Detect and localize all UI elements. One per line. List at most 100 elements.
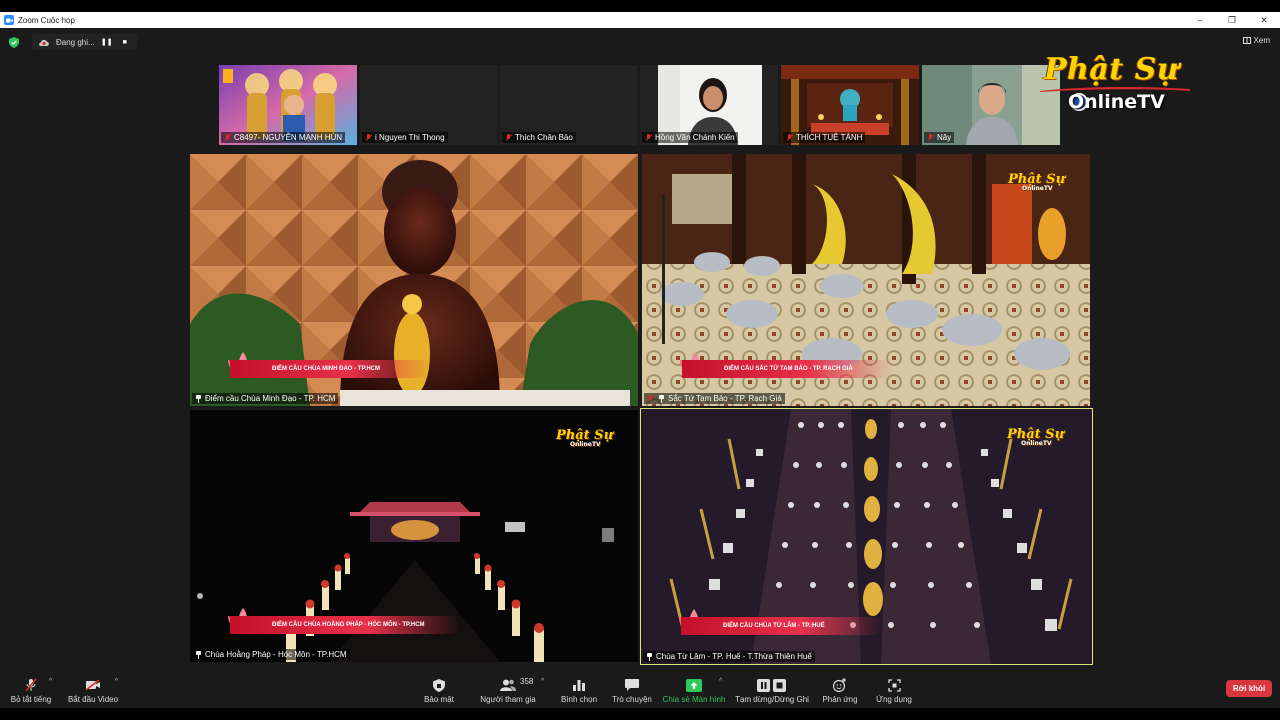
logo-bottom-text: OnlineTV	[1068, 91, 1165, 113]
participant-name: Thích Chân Bảo	[515, 133, 573, 142]
tile-watermark: Phật Sự OnlineTV	[556, 428, 613, 448]
video-tile[interactable]: ĐIỂM CẦU CHÙA MINH ĐẠO - TP.HCM Điểm cầu…	[190, 154, 638, 406]
location-banner: ĐIỂM CẦU CHÙA TỪ LÂM - TP. HUẾ	[681, 617, 881, 635]
video-options-caret[interactable]: ^	[115, 678, 118, 685]
chat-bubble-icon	[624, 678, 640, 692]
pause-stop-icon	[757, 678, 787, 692]
location-banner: ĐIỂM CẦU CHÙA MINH ĐẠO - TP.HCM	[230, 360, 430, 378]
mic-muted-icon	[647, 394, 655, 403]
apps-icon	[886, 678, 902, 692]
active-speaker-tile[interactable]: Phật Sự OnlineTV ĐIỂM CẦU CHÙA TỪ LÂM - …	[640, 408, 1093, 665]
participants-icon	[500, 678, 516, 692]
tile-name-tag: Sắc Tứ Tam Bảo - TP. Rạch Giá	[644, 393, 785, 404]
reactions-button[interactable]: Phản ứng	[820, 674, 860, 708]
chat-label: Trò chuyện	[612, 695, 652, 704]
participant-name-tag: C8497- NGUYỄN MẠNH HÙN	[221, 132, 346, 143]
pin-icon	[658, 394, 665, 403]
smiley-plus-icon	[832, 678, 848, 692]
audio-options-caret[interactable]: ^	[49, 678, 52, 685]
participants-label: Người tham gia	[480, 695, 536, 704]
participants-count: 358	[520, 677, 534, 686]
chat-button[interactable]: Trò chuyện	[610, 674, 654, 708]
microphone-muted-icon	[23, 678, 39, 692]
start-video-button[interactable]: Bắt đầu Video	[66, 674, 120, 708]
mic-muted-icon	[927, 133, 935, 142]
participant-name-tag: Hồng Vân Chánh Kiến	[642, 132, 738, 143]
tile-watermark: Phật Sự OnlineTV	[1007, 427, 1064, 447]
participant-thumbnail[interactable]: Thích Chân Bảo	[500, 65, 637, 145]
security-label: Bảo mật	[424, 695, 454, 704]
participant-name-tag: THÍCH TUỆ TÁNH	[783, 132, 866, 143]
shield-icon	[431, 678, 447, 692]
participant-name-tag: i Nguyen Thi Thong	[362, 132, 448, 143]
participant-name: Nây	[937, 133, 952, 142]
mic-muted-icon	[365, 133, 373, 142]
encryption-shield-icon[interactable]	[8, 36, 20, 48]
bottom-band	[0, 708, 1280, 720]
phat-su-onlinetv-logo: Phật Sự OnlineTV	[1040, 52, 1200, 118]
tile-name: Chùa Từ Lâm - TP. Huế - T.Thừa Thiên Huế	[656, 652, 812, 661]
view-label: Xem	[1253, 36, 1270, 45]
minimize-button[interactable]: –	[1184, 12, 1216, 28]
window-controls: – ❐ ✕	[1184, 12, 1280, 28]
tile-name-tag: Chùa Từ Lâm - TP. Huế - T.Thừa Thiên Huế	[643, 651, 815, 662]
pin-icon	[195, 650, 202, 659]
tile-name: Sắc Tứ Tam Bảo - TP. Rạch Giá	[668, 394, 782, 403]
pause-stop-recording-label: Tạm dừng/Dừng Ghi	[735, 695, 809, 704]
participant-name: Hồng Vân Chánh Kiến	[655, 133, 735, 142]
tile-name-tag: Chùa Hoằng Pháp - Hóc Môn - TP.HCM	[192, 649, 350, 660]
mute-all-button[interactable]: Bỏ tắt tiếng	[8, 674, 54, 708]
zoom-app-icon	[4, 15, 14, 25]
tile-name: Chùa Hoằng Pháp - Hóc Môn - TP.HCM	[205, 650, 347, 659]
window-title: Zoom Cuộc họp	[18, 15, 75, 25]
logo-top-text: Phật Sự	[1044, 52, 1180, 87]
participant-name-tag: Nây	[924, 132, 955, 143]
titlebar-strip: Zoom Cuộc họp – ❐ ✕	[0, 12, 1280, 28]
pause-recording-icon[interactable]: ❚❚	[101, 36, 113, 48]
participant-name: i Nguyen Thi Thong	[375, 133, 445, 142]
close-button[interactable]: ✕	[1248, 12, 1280, 28]
reactions-label: Phản ứng	[822, 695, 858, 704]
participant-thumbnail[interactable]: Hồng Vân Chánh Kiến	[640, 65, 778, 145]
tile-name: Điểm cầu Chùa Minh Đạo - TP. HCM	[205, 394, 336, 403]
mic-muted-icon	[224, 133, 232, 142]
location-banner: ĐIỂM CẦU CHÙA HOẰNG PHÁP - HÓC MÔN - TP.…	[230, 616, 460, 634]
recording-status-text: Đang ghi...	[56, 37, 95, 47]
meeting-toolbar: Bỏ tắt tiếng ^ Bắt đầu Video ^ Bảo mật N…	[0, 674, 1280, 708]
polls-button[interactable]: Bình chọn	[558, 674, 600, 708]
security-button[interactable]: Bảo mật	[420, 674, 458, 708]
share-options-caret[interactable]: ^	[719, 678, 722, 685]
bar-chart-icon	[571, 678, 587, 692]
grid-view-icon	[1242, 37, 1251, 44]
cloud-recording-icon	[39, 39, 49, 46]
video-tile[interactable]: Phật Sự OnlineTV ĐIỂM CẦU SẮC TỨ TAM BẢO…	[642, 154, 1090, 406]
stop-recording-icon[interactable]: ■	[119, 36, 131, 48]
meeting-stage: Đang ghi... ❚❚ ■ Xem C8497- NGUYỄN MẠNH …	[0, 28, 1280, 674]
participant-thumbnail[interactable]: i Nguyen Thi Thong	[360, 65, 497, 145]
share-screen-button[interactable]: Chia sẻ Màn hình	[662, 674, 726, 708]
meeting-status-bar: Đang ghi... ❚❚ ■	[0, 34, 137, 50]
apps-label: Ứng dụng	[876, 695, 912, 704]
pin-icon	[646, 652, 653, 661]
restore-button[interactable]: ❐	[1216, 12, 1248, 28]
participant-name-tag: Thích Chân Bảo	[502, 132, 576, 143]
mic-muted-icon	[645, 133, 653, 142]
participant-name: C8497- NGUYỄN MẠNH HÙN	[234, 133, 343, 142]
start-video-label: Bắt đầu Video	[67, 695, 119, 704]
window-titlebar: Zoom Cuộc họp – ❐ ✕	[0, 0, 1280, 28]
polls-label: Bình chọn	[560, 695, 598, 704]
pause-stop-recording-button[interactable]: Tạm dừng/Dừng Ghi	[733, 674, 811, 708]
share-screen-icon	[686, 678, 702, 692]
mute-all-label: Bỏ tắt tiếng	[10, 695, 52, 704]
participant-name: THÍCH TUỆ TÁNH	[796, 133, 863, 142]
video-tile[interactable]: Phật Sự OnlineTV ĐIỂM CẦU CHÙA HOẰNG PHÁ…	[190, 410, 638, 662]
participants-options-caret[interactable]: ^	[541, 678, 544, 685]
leave-meeting-button[interactable]: Rời khỏi	[1226, 680, 1272, 697]
participant-thumbnail[interactable]: C8497- NGUYỄN MẠNH HÙN	[219, 65, 357, 145]
participant-thumbnail[interactable]: THÍCH TUỆ TÁNH	[781, 65, 919, 145]
apps-button[interactable]: Ứng dụng	[874, 674, 914, 708]
mic-muted-icon	[786, 133, 794, 142]
pin-icon	[195, 394, 202, 403]
view-switch-button[interactable]: Xem	[1242, 36, 1270, 45]
share-screen-label: Chia sẻ Màn hình	[662, 695, 726, 704]
